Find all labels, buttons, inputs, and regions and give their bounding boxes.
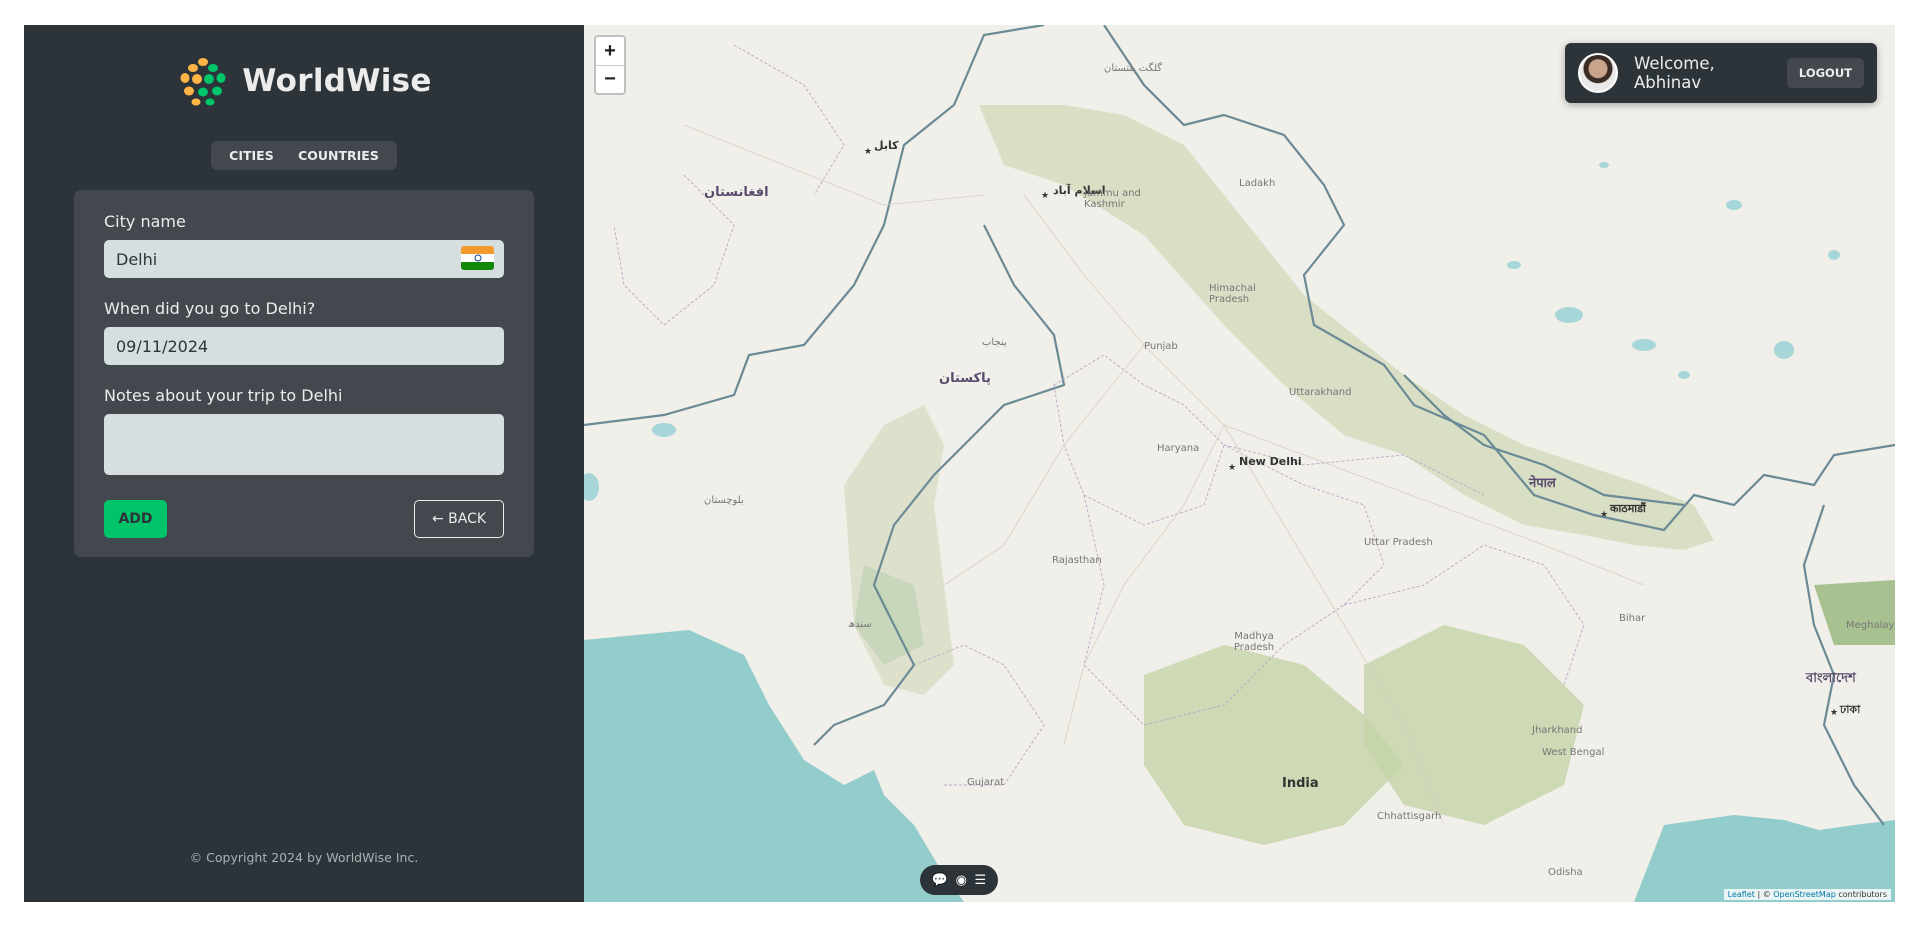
map-label-kathmandu: काठमाडौं [1610,502,1646,515]
floating-toolbar: 💬 ◉ ☰ [920,865,998,895]
date-field [104,327,504,365]
user-panel: Welcome, Abhinav LOGOUT [1565,43,1877,103]
attribution-tail: contributors [1835,890,1887,899]
map-label-gilgit: گلگت بلتستان [1104,63,1163,74]
eye-icon[interactable]: ◉ [956,872,967,888]
capital-star-icon: ★ [1830,707,1839,717]
tab-countries[interactable]: COUNTRIES [290,144,387,167]
zoom-in-button[interactable]: + [596,37,624,65]
date-input[interactable] [116,336,504,356]
map-label-chhattisgarh: Chhattisgarh [1377,811,1442,822]
map-label-dhaka: ঢাকা [1840,703,1861,716]
notes-label: Notes about your trip to Delhi [104,386,343,405]
map-label-india: India [1282,776,1319,791]
map-label-himachal: Himachal Pradesh [1209,283,1256,305]
user-avatar [1578,53,1618,93]
zoom-control: + − [594,35,626,95]
map-label-rajasthan: Rajasthan [1052,555,1102,566]
map-label-kabul: کابل [874,139,899,152]
map-label-meghalaya: Meghalaya [1846,620,1895,631]
add-city-form: City name When did you go to Delhi? Note… [74,190,534,557]
map-label-uttarakhand: Uttarakhand [1289,387,1352,398]
map-label-bangladesh: বাংলাদেশ [1806,671,1856,686]
worldwise-logo-icon [177,55,230,107]
add-button[interactable]: ADD [104,500,167,538]
capital-star-icon: ★ [1600,509,1609,519]
map-label-jammu-kashmir: Jammu and Kashmir [1084,188,1141,210]
osm-link[interactable]: OpenStreetMap [1773,890,1836,899]
map-label-madhya-pradesh: Madhya Pradesh [1233,631,1275,653]
map-label-nepal: नेपाल [1529,476,1556,491]
city-name-label: City name [104,212,186,231]
brand-logo[interactable]: WorldWise [24,54,584,108]
map-container[interactable]: + − افغانستان پاکستان ★ اسلام آباد ★ کاب… [584,25,1895,902]
date-label: When did you go to Delhi? [104,299,316,318]
tab-cities[interactable]: CITIES [221,144,282,167]
map-label-punjab-pk: پنجاب [982,337,1007,348]
city-name-field [104,240,504,278]
map-label-bihar: Bihar [1619,613,1646,624]
notes-textarea[interactable] [104,414,504,475]
map-label-sindh: سندھ [848,619,872,630]
menu-icon[interactable]: ☰ [975,872,987,888]
brand-name: WorldWise [242,63,432,99]
logout-button[interactable]: LOGOUT [1786,58,1864,88]
welcome-text: Welcome, Abhinav [1634,54,1715,92]
map-label-afghanistan: افغانستان [704,185,769,200]
leaflet-link[interactable]: Leaflet [1728,890,1755,899]
map-label-odisha: Odisha [1548,867,1583,878]
map-label-balochistan: بلوچستان [704,495,744,506]
map-label-ladakh: Ladakh [1239,178,1276,189]
attribution-separator: | © [1754,890,1774,899]
form-actions: ADD ← BACK [104,500,504,538]
map-label-haryana: Haryana [1157,443,1200,454]
map-label-jharkhand: Jharkhand [1532,725,1583,736]
capital-star-icon: ★ [1041,190,1050,200]
city-name-input[interactable] [116,249,504,269]
map-label-west-bengal: West Bengal [1542,747,1605,758]
map-label-gujarat: Gujarat [967,777,1005,788]
cities-countries-tabs: CITIES COUNTRIES [211,141,397,170]
map-label-uttar-pradesh: Uttar Pradesh [1364,537,1433,548]
capital-star-icon: ★ [864,146,873,156]
map-attribution: Leaflet | © OpenStreetMap contributors [1723,889,1891,900]
zoom-out-button[interactable]: − [596,65,624,93]
app-frame: WorldWise CITIES COUNTRIES City name Whe… [24,25,1895,902]
flag-india-icon [461,246,494,270]
back-button[interactable]: ← BACK [414,500,504,538]
capital-star-icon: ★ [1228,462,1237,472]
map-label-punjab: Punjab [1144,341,1178,352]
map-label-pakistan: پاکستان [939,371,991,386]
sidebar: WorldWise CITIES COUNTRIES City name Whe… [24,25,584,902]
map-label-new-delhi: New Delhi [1239,455,1302,468]
copyright-text: © Copyright 2024 by WorldWise Inc. [189,850,419,865]
comment-icon[interactable]: 💬 [932,872,948,888]
